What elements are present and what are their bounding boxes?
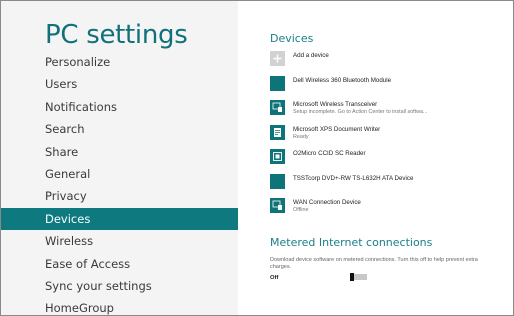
toggle-thumb — [350, 273, 354, 281]
sidebar-item-privacy[interactable]: Privacy — [1, 185, 238, 207]
device-icon — [270, 149, 285, 164]
device-name: Add a device — [293, 52, 329, 59]
drive-icon — [270, 173, 285, 189]
printer-icon — [270, 124, 285, 140]
sidebar-item-ease-of-access[interactable]: Ease of Access — [1, 253, 238, 275]
device-name: Dell Wireless 360 Bluetooth Module — [293, 76, 392, 84]
device-name: Microsoft XPS Document Writer — [293, 125, 381, 133]
main-content: Devices Add a device Dell Wireless 360 B… — [238, 1, 513, 315]
page-title: PC settings — [45, 20, 188, 50]
device-status: Setup incomplete. Go to Action Center to… — [293, 109, 428, 115]
metered-toggle-label: Off — [270, 275, 279, 281]
device-name: O2Micro CCID SC Reader — [293, 150, 366, 157]
device-icon — [270, 198, 285, 213]
sidebar-item-sync-your-settings[interactable]: Sync your settings — [1, 275, 238, 297]
sidebar-item-homegroup[interactable]: HomeGroup — [1, 297, 238, 315]
sidebar-item-general[interactable]: General — [1, 163, 238, 185]
sidebar-nav: Personalize Users Notifications Search S… — [1, 51, 238, 315]
devices-section-title: Devices — [270, 32, 314, 45]
device-name: WAN Connection Device — [293, 199, 361, 206]
sidebar: PC settings Personalize Users Notificati… — [1, 1, 238, 315]
device-icon — [270, 75, 285, 91]
device-status: Offline — [293, 207, 309, 213]
metered-toggle[interactable] — [350, 273, 367, 281]
metered-description: Download device software on metered conn… — [270, 257, 478, 271]
device-icon — [270, 100, 285, 115]
sidebar-item-wireless[interactable]: Wireless — [1, 230, 238, 252]
device-status: Ready — [293, 133, 309, 140]
plus-icon — [270, 51, 285, 66]
sidebar-item-devices[interactable]: Devices — [1, 207, 238, 231]
sidebar-item-users[interactable]: Users — [1, 73, 238, 95]
pc-settings-window: PC settings Personalize Users Notificati… — [0, 0, 514, 316]
sidebar-item-personalize[interactable]: Personalize — [1, 51, 238, 73]
device-name: TSSTcorp DVD+-RW TS-L632H ATA Device — [293, 174, 414, 182]
sidebar-item-notifications[interactable]: Notifications — [1, 96, 238, 118]
metered-section-title: Metered Internet connections — [270, 236, 433, 249]
device-name: Microsoft Wireless Transceiver — [293, 101, 378, 108]
sidebar-item-share[interactable]: Share — [1, 141, 238, 163]
sidebar-item-search[interactable]: Search — [1, 118, 238, 140]
